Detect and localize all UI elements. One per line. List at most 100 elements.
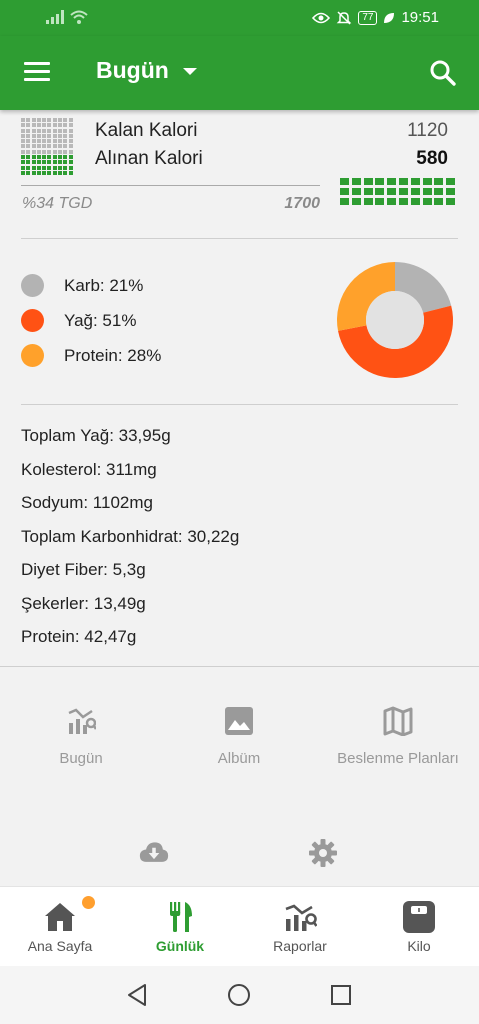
grid-cell [58, 144, 63, 149]
back-icon[interactable] [125, 982, 151, 1008]
grid-cell [387, 188, 397, 195]
grid-cell [47, 133, 52, 138]
shortcut-settings[interactable] [248, 838, 398, 882]
protein-dot [21, 344, 44, 367]
grid-cell [52, 170, 57, 175]
grid-cell [375, 178, 385, 185]
grid-cell [36, 133, 41, 138]
grid-cell [58, 165, 63, 170]
nav-reports[interactable]: Raporlar [240, 887, 360, 967]
grid-cell [47, 160, 52, 165]
grid-cell [42, 139, 47, 144]
grid-cell [31, 170, 36, 175]
grid-cell [31, 139, 36, 144]
shortcut-album[interactable]: Albüm [164, 706, 314, 767]
divider [21, 238, 458, 239]
macro-legend-fat: Yağ: 51% [21, 309, 136, 332]
grid-cell [387, 178, 397, 185]
home-button-icon[interactable] [226, 982, 252, 1008]
grid-cell [68, 128, 73, 133]
grid-cell [351, 178, 361, 185]
grid-cell [36, 170, 41, 175]
nutrient-row: Protein: 42,47g [21, 627, 137, 646]
dropdown-arrow-icon [182, 68, 197, 75]
eye-icon [312, 12, 331, 23]
nav-label: Ana Sayfa [27, 938, 93, 954]
grid-cell [21, 123, 25, 128]
nav-home[interactable]: Ana Sayfa [0, 887, 120, 967]
grid-cell [434, 188, 444, 195]
grid-cell [36, 149, 41, 154]
shortcut-today[interactable]: Bugün [6, 706, 156, 767]
home-icon [45, 903, 75, 931]
grid-cell [52, 160, 57, 165]
grid-cell [63, 155, 68, 160]
grid-cell [68, 133, 73, 138]
grid-cell [68, 155, 73, 160]
grid-cell [446, 188, 456, 195]
calorie-progress-grid-small [21, 118, 73, 175]
date-selector[interactable]: Bugün [96, 57, 197, 84]
nav-diary[interactable]: Günlük [120, 887, 240, 967]
macro-label: Karb: 21% [64, 275, 144, 295]
grid-cell [36, 118, 41, 122]
grid-cell [68, 160, 73, 165]
grid-cell [351, 188, 361, 195]
grid-cell [398, 198, 408, 205]
nutrient-row: Toplam Yağ: 33,95g [21, 426, 171, 445]
grid-cell [26, 160, 31, 165]
grid-cell [31, 133, 36, 138]
menu-button[interactable] [24, 62, 50, 84]
grid-cell [340, 188, 349, 195]
nutrient-row: Şekerler: 13,49g [21, 593, 146, 613]
shortcut-nutrition-plans[interactable]: Beslenme Planları [323, 706, 473, 767]
shortcut-label: Albüm [217, 750, 261, 767]
grid-cell [351, 198, 361, 205]
grid-cell [63, 165, 68, 170]
grid-cell [363, 188, 373, 195]
divider [21, 404, 458, 405]
recents-icon[interactable] [328, 982, 354, 1008]
grid-cell [58, 155, 63, 160]
grid-cell [63, 160, 68, 165]
grid-cell [21, 128, 25, 133]
grid-cell [63, 139, 68, 144]
grid-cell [363, 198, 373, 205]
system-navigation-bar [0, 966, 479, 1024]
grid-cell [47, 139, 52, 144]
grid-cell [398, 188, 408, 195]
grid-cell [52, 133, 57, 138]
grid-cell [387, 198, 397, 205]
grid-cell [42, 149, 47, 154]
leaf-icon [384, 12, 395, 23]
grid-cell [410, 188, 420, 195]
grid-cell [42, 165, 47, 170]
tgd-percent: %34 TGD [22, 195, 93, 212]
grid-cell [36, 123, 41, 128]
donut-hole [366, 291, 424, 349]
calorie-target: 1700 [284, 195, 320, 212]
grid-cell [31, 160, 36, 165]
shortcut-backup[interactable] [79, 838, 229, 882]
grid-cell [63, 170, 68, 175]
image-icon [225, 707, 253, 735]
clock: 19:51 [401, 9, 439, 26]
grid-cell [47, 149, 52, 154]
grid-cell [21, 170, 25, 175]
search-icon[interactable] [429, 59, 457, 87]
grid-cell [52, 155, 57, 160]
page-title: Bugün [96, 57, 169, 83]
grid-cell [446, 178, 456, 185]
grid-cell [42, 160, 47, 165]
grid-cell [47, 165, 52, 170]
grid-cell [36, 160, 41, 165]
grid-cell [31, 123, 36, 128]
cutlery-icon [170, 902, 192, 932]
grid-cell [26, 165, 31, 170]
nav-weight[interactable]: Kilo [359, 887, 479, 967]
grid-cell [63, 133, 68, 138]
grid-cell [375, 198, 385, 205]
nutrient-row: Toplam Karbonhidrat: 30,22g [21, 526, 240, 546]
grid-cell [31, 144, 36, 149]
grid-cell [52, 118, 57, 122]
